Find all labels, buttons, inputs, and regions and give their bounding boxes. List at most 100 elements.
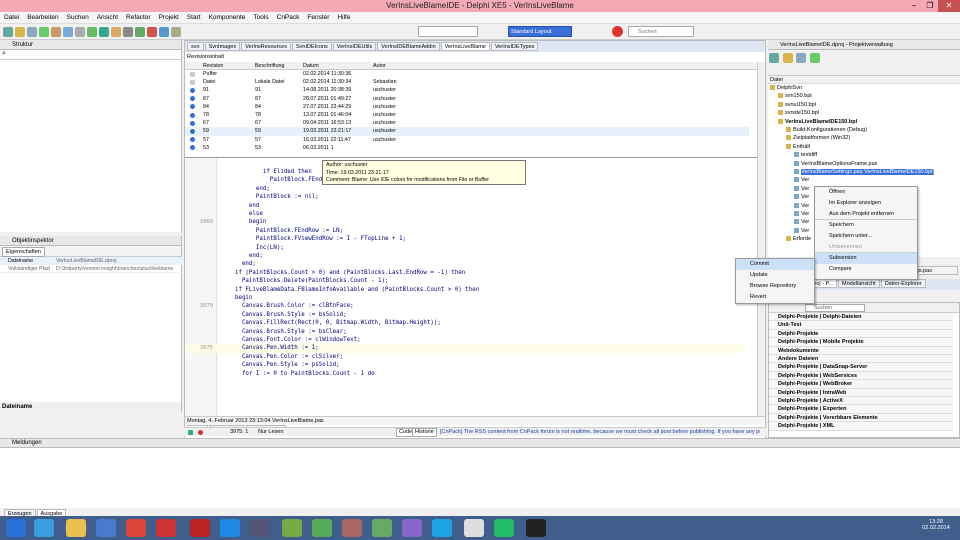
subversion-menu-item[interactable]: Commit xyxy=(736,259,814,270)
project-tree-item[interactable]: Ver xyxy=(768,218,809,226)
menu-komponente[interactable]: Komponente xyxy=(205,12,250,24)
revision-row[interactable]: 67 67 09.04.2011 16:53:13 uschuster xyxy=(185,119,749,127)
palette-category[interactable]: Andere Dateien xyxy=(769,355,953,364)
revision-row[interactable]: 87 87 28.07.2011 01:49:27 uschuster xyxy=(185,95,749,103)
inspector-row[interactable]: Dateiname VerInsLiveBlameIDE.dproj xyxy=(0,257,182,265)
project-tree-item[interactable]: textdiff xyxy=(768,151,817,159)
revision-row[interactable]: 53 53 06.03.2011 1 xyxy=(185,144,749,152)
context-menu-item[interactable]: Speichern xyxy=(815,220,917,231)
editor-tab[interactable]: SvnImages xyxy=(204,42,241,51)
notepad-icon[interactable] xyxy=(282,519,302,537)
project-tree-item[interactable]: VerInsBlameOptionsFrame.pas xyxy=(768,160,877,168)
subversion-menu-item[interactable]: Revert xyxy=(736,292,814,303)
revision-row[interactable]: 57 57 16.03.2011 22:11:47 uschuster xyxy=(185,136,749,144)
column-header[interactable]: Beschriftung xyxy=(255,62,284,70)
toolbar-icon-9[interactable] xyxy=(111,27,121,37)
toolbar-combo[interactable] xyxy=(418,26,478,37)
palette-category[interactable]: Delphi-Projekte | Delphi-Dateien xyxy=(769,313,953,322)
compile-icon[interactable] xyxy=(796,53,807,63)
menu-bearbeiten[interactable]: Bearbeiten xyxy=(23,12,62,24)
open-icon[interactable] xyxy=(782,53,793,63)
menu-cnpack[interactable]: CnPack xyxy=(273,12,304,24)
revision-row[interactable]: Datei Lokale Datei 02.02.2014 11:30:34 Seba… xyxy=(185,78,749,86)
minimize-button[interactable]: – xyxy=(906,0,922,12)
palette-category[interactable]: Unit-Test xyxy=(769,321,953,330)
stop-icon[interactable] xyxy=(612,26,623,37)
column-header[interactable]: Revision xyxy=(203,62,223,70)
menu-projekt[interactable]: Projekt xyxy=(155,12,183,24)
project-tree-item[interactable]: VerInsBlameSettings.pas VerInsLiveBlameI… xyxy=(768,168,935,176)
doc-icon[interactable] xyxy=(464,519,484,537)
project-tree-item[interactable]: Erforde xyxy=(768,235,811,243)
toolbar-search-input[interactable]: Suchen xyxy=(628,26,694,37)
toolbar-icon-6[interactable] xyxy=(75,27,85,37)
delphi-icon[interactable] xyxy=(156,519,176,537)
editor-tab[interactable]: VerInsIDEBlameAddin xyxy=(377,42,440,51)
console-icon[interactable] xyxy=(526,519,546,537)
project-tree-item[interactable]: Ver xyxy=(768,210,809,218)
menu-ansicht[interactable]: Ansicht xyxy=(93,12,122,24)
context-menu-item[interactable]: Speichern unter... xyxy=(815,231,917,242)
revision-row[interactable]: 84 84 27.07.2011 23:44:29 uschuster xyxy=(185,103,749,111)
context-menu-item[interactable]: Öffnen xyxy=(815,187,917,198)
chrome-icon[interactable] xyxy=(126,519,146,537)
record-icon[interactable] xyxy=(198,430,203,435)
project-tree-item[interactable]: DelphiSvn xyxy=(768,84,802,92)
palette-category[interactable]: Delphi-Projekte | Vererbbare Elemente xyxy=(769,413,953,423)
revision-row[interactable]: 78 78 13.07.2011 01:46:04 uschuster xyxy=(185,111,749,119)
structure-tree[interactable] xyxy=(0,60,181,232)
project-panel-tab[interactable]: Modellansicht xyxy=(838,279,880,288)
clock[interactable]: 13:28 02.02.2014 xyxy=(916,519,956,531)
toolbar-icon-14[interactable] xyxy=(171,27,181,37)
toolbar-icon-7[interactable] xyxy=(87,27,97,37)
column-header[interactable]: Autor xyxy=(373,62,386,70)
menu-suchen[interactable]: Suchen xyxy=(63,12,93,24)
menu-tools[interactable]: Tools xyxy=(249,12,272,24)
play-icon[interactable] xyxy=(188,430,193,435)
project-panel-tab[interactable]: Daten-Explorer xyxy=(880,279,926,288)
palette-category[interactable]: Delphi-Projekte | Experten xyxy=(769,405,953,414)
subversion-menu-item[interactable]: Update xyxy=(736,270,814,281)
explorer-icon[interactable] xyxy=(66,519,86,537)
add-icon[interactable] xyxy=(810,53,821,63)
toolbar-icon-4[interactable] xyxy=(51,27,61,37)
context-menu-item[interactable]: Subversion xyxy=(815,253,917,264)
network-icon[interactable] xyxy=(250,519,270,537)
project-tree-item[interactable]: Ver xyxy=(768,176,809,184)
structure-search-input[interactable]: ⌕ xyxy=(0,50,181,60)
toolbar-icon-13[interactable] xyxy=(159,27,169,37)
teamviewer-icon[interactable] xyxy=(220,519,240,537)
close-button[interactable]: ✕ xyxy=(938,0,960,12)
new-icon[interactable] xyxy=(769,53,779,63)
toolbar-icon-3[interactable] xyxy=(39,27,49,37)
inspector-row[interactable]: Vollständiger Pfad D:\3rdparty\version in… xyxy=(0,265,182,273)
project-tree-item[interactable]: svnide150.bpl xyxy=(768,109,819,117)
project-tree-item[interactable]: Ver xyxy=(768,193,809,201)
context-menu-item[interactable]: Umbenennen xyxy=(815,242,917,253)
editor-tab[interactable]: SvnIDEIcons xyxy=(291,42,332,51)
subversion-menu-item[interactable]: Browse Repository xyxy=(736,281,814,292)
app4-icon[interactable] xyxy=(494,519,514,537)
palette-category[interactable]: Delphi-Projekte | WebBroker xyxy=(769,380,953,389)
property-value[interactable]: D:\3rdparty\version insight\branches\plu… xyxy=(56,265,182,272)
editor-tab[interactable]: VerInsIDETypes xyxy=(490,42,539,51)
context-menu-item[interactable]: Compare xyxy=(815,264,917,275)
editor-tab[interactable]: svn xyxy=(187,42,204,51)
media-icon[interactable] xyxy=(96,519,116,537)
menu-start[interactable]: Start xyxy=(183,12,205,24)
editor-tab[interactable]: VerInsIDEUtils xyxy=(332,42,377,51)
revision-row[interactable]: 91 91 14.08.2011 20:38:39 uschuster xyxy=(185,86,749,94)
column-header[interactable]: Datum xyxy=(303,62,319,70)
news-ticker[interactable]: [CnPack] The RSS content from CnPack for… xyxy=(440,428,760,437)
excel-icon[interactable] xyxy=(312,519,332,537)
palette-category[interactable]: Delphi-Projekte | ActiveX xyxy=(769,397,953,406)
property-value[interactable]: VerInsLiveBlameIDE.dproj xyxy=(56,257,182,264)
palette-category[interactable]: Delphi-Projekte | Mobile Projekte xyxy=(769,338,953,347)
palette-search-input[interactable]: Suchen xyxy=(805,304,865,312)
code-editor[interactable]: if Elided then PaintBlock.FEndRow := LN;… xyxy=(185,158,765,416)
layout-select[interactable]: Standard Layout xyxy=(508,26,572,37)
palette-category[interactable]: Delphi-Projekte | WebServices xyxy=(769,371,953,381)
toolbar-icon-5[interactable] xyxy=(63,27,73,37)
start-icon[interactable] xyxy=(6,519,26,537)
toolbar-icon-12[interactable] xyxy=(147,27,157,37)
